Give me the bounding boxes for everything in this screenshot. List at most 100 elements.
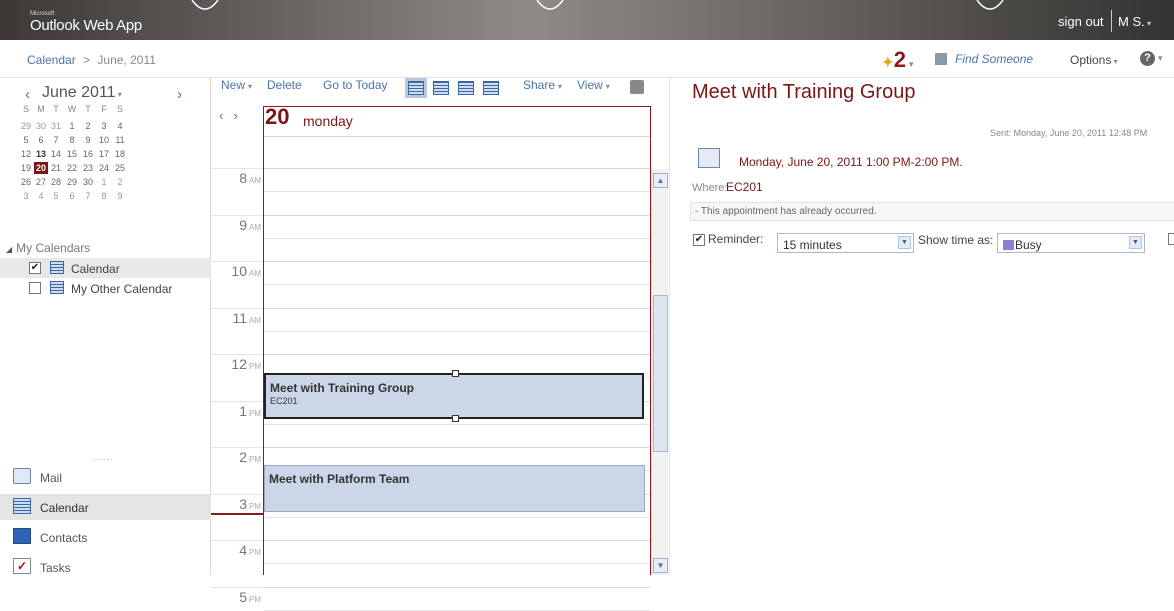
address-book-icon	[935, 53, 947, 65]
share-button[interactable]: Share ▾	[523, 78, 562, 92]
all-day-area[interactable]	[264, 136, 650, 169]
calendar-checkbox[interactable]	[29, 282, 41, 294]
weekday-label: T	[85, 104, 91, 114]
calendar-checkbox[interactable]: ✔	[29, 262, 41, 274]
previous-month-icon[interactable]: ‹	[25, 86, 30, 103]
next-month-icon[interactable]: ›	[177, 86, 182, 103]
pane-resize-handle[interactable]: ......	[93, 452, 114, 462]
appointment-meet-with-training-group[interactable]: Meet with Training Group EC201	[264, 373, 644, 419]
mini-calendar-day[interactable]: 11	[113, 134, 127, 146]
appointment-meet-with-platform-team[interactable]: Meet with Platform Team	[264, 465, 645, 512]
my-calendars-heading[interactable]: ◢ My Calendars	[6, 241, 90, 255]
weekday-label: T	[53, 104, 59, 114]
mini-calendar-day[interactable]: 13	[34, 148, 48, 160]
options-menu[interactable]: Options ▾	[1070, 53, 1118, 67]
mini-calendar-day[interactable]: 8	[65, 134, 79, 146]
mini-calendar-day[interactable]: 5	[49, 190, 63, 202]
reminder-checkbox[interactable]: ✔	[693, 234, 705, 246]
mini-calendar-day[interactable]: 16	[81, 148, 95, 160]
mini-calendar-day[interactable]: 19	[19, 162, 33, 174]
mini-calendar-day[interactable]: 28	[49, 176, 63, 188]
scroll-up-icon[interactable]: ▲	[653, 173, 668, 188]
chevron-down-icon[interactable]: ▾	[1158, 53, 1163, 64]
mini-calendar-day[interactable]: 27	[34, 176, 48, 188]
mini-calendar-day[interactable]: 22	[65, 162, 79, 174]
mini-calendar-day[interactable]: 3	[19, 190, 33, 202]
partial-checkbox[interactable]	[1168, 233, 1174, 245]
sign-out-link[interactable]: sign out	[1058, 14, 1104, 29]
calendar-item-my-other-calendar[interactable]: My Other Calendar	[0, 278, 211, 298]
notification-icon: ✦	[882, 54, 894, 70]
mini-calendar-day[interactable]: 30	[81, 176, 95, 188]
hour-ampm: PM	[249, 455, 261, 464]
mini-calendar-day[interactable]: 18	[113, 148, 127, 160]
mini-calendar-day[interactable]: 10	[97, 134, 111, 146]
nav-calendar[interactable]: Calendar	[0, 494, 211, 520]
resize-handle-bottom[interactable]	[452, 415, 459, 422]
day-view-icon[interactable]	[405, 78, 427, 98]
previous-day-icon[interactable]: ‹	[219, 108, 223, 123]
mini-calendar-day[interactable]: 25	[113, 162, 127, 174]
mini-calendar-day[interactable]: 15	[65, 148, 79, 160]
mini-calendar-day[interactable]: 17	[97, 148, 111, 160]
nav-contacts[interactable]: Contacts	[0, 524, 211, 550]
work-week-view-icon[interactable]	[433, 81, 449, 95]
nav-tasks[interactable]: ✓ Tasks	[0, 554, 211, 580]
resize-handle-top[interactable]	[452, 370, 459, 377]
delete-button[interactable]: Delete	[267, 78, 302, 92]
nav-mail[interactable]: Mail	[0, 464, 211, 490]
mini-calendar-month[interactable]: June 2011 ▾	[42, 84, 122, 102]
month-view-icon[interactable]	[483, 81, 499, 95]
my-calendars-label: My Calendars	[16, 241, 91, 255]
new-button[interactable]: New ▾	[221, 78, 252, 92]
share-label: Share	[523, 78, 556, 92]
print-icon[interactable]	[630, 80, 644, 94]
calendar-item-calendar[interactable]: ✔ Calendar	[0, 258, 211, 278]
mini-calendar-day[interactable]: 1	[65, 120, 79, 132]
next-day-icon[interactable]: ›	[233, 108, 237, 123]
mini-calendar-day[interactable]: 9	[81, 134, 95, 146]
breadcrumb-bar: Calendar > June, 2011 ✦2 ▾ Find Someone O…	[0, 40, 1174, 78]
mini-calendar-day[interactable]: 8	[97, 190, 111, 202]
mini-calendar-day[interactable]: 12	[19, 148, 33, 160]
mini-calendar-day[interactable]: 4	[34, 190, 48, 202]
scrollbar-thumb[interactable]	[653, 295, 668, 452]
mini-calendar-day[interactable]: 5	[19, 134, 33, 146]
reminder-select[interactable]: 15 minutes ▼	[777, 233, 914, 253]
notifications-button[interactable]: ✦2 ▾	[882, 47, 914, 73]
mini-calendar-day[interactable]: 14	[49, 148, 63, 160]
mini-calendar-day[interactable]: 29	[65, 176, 79, 188]
divider	[1111, 10, 1112, 32]
view-button[interactable]: View ▾	[577, 78, 610, 92]
mini-calendar-day[interactable]: 2	[81, 120, 95, 132]
mini-calendar-day[interactable]: 4	[113, 120, 127, 132]
mini-calendar-day[interactable]: 9	[113, 190, 127, 202]
mini-calendar-day[interactable]: 6	[65, 190, 79, 202]
mini-calendar-day[interactable]: 2	[113, 176, 127, 188]
help-icon[interactable]: ?	[1140, 51, 1155, 66]
mini-calendar-day[interactable]: 21	[49, 162, 63, 174]
week-view-icon[interactable]	[458, 81, 474, 95]
scroll-down-icon[interactable]: ▼	[653, 558, 668, 573]
show-time-select[interactable]: Busy ▼	[997, 233, 1145, 253]
mini-calendar-day[interactable]: 7	[81, 190, 95, 202]
decorative-swirl-icon	[191, 0, 219, 10]
mini-calendar-day[interactable]: 26	[19, 176, 33, 188]
mini-calendar-day[interactable]: 1	[97, 176, 111, 188]
mini-calendar-day[interactable]: 23	[81, 162, 95, 174]
mini-calendar-day[interactable]: 24	[97, 162, 111, 174]
mini-calendar-day[interactable]: 3	[97, 120, 111, 132]
find-someone-link[interactable]: Find Someone	[935, 52, 1033, 66]
mini-calendar-day[interactable]: 20	[34, 162, 48, 174]
item-title: Meet with Training Group	[692, 81, 916, 103]
mini-calendar-day[interactable]: 30	[34, 120, 48, 132]
mini-calendar-day[interactable]: 6	[34, 134, 48, 146]
go-to-today-button[interactable]: Go to Today	[323, 78, 388, 92]
mini-calendar-day[interactable]: 31	[49, 120, 63, 132]
breadcrumb-root[interactable]: Calendar	[27, 53, 76, 67]
user-menu[interactable]: M S. ▾	[1118, 14, 1151, 29]
mini-calendar-day[interactable]: 7	[49, 134, 63, 146]
day-view-scrollbar[interactable]: ▲ ▼	[651, 169, 668, 575]
mini-calendar-day[interactable]: 29	[19, 120, 33, 132]
appointment-when: Monday, June 20, 2011 1:00 PM-2:00 PM.	[739, 155, 963, 169]
